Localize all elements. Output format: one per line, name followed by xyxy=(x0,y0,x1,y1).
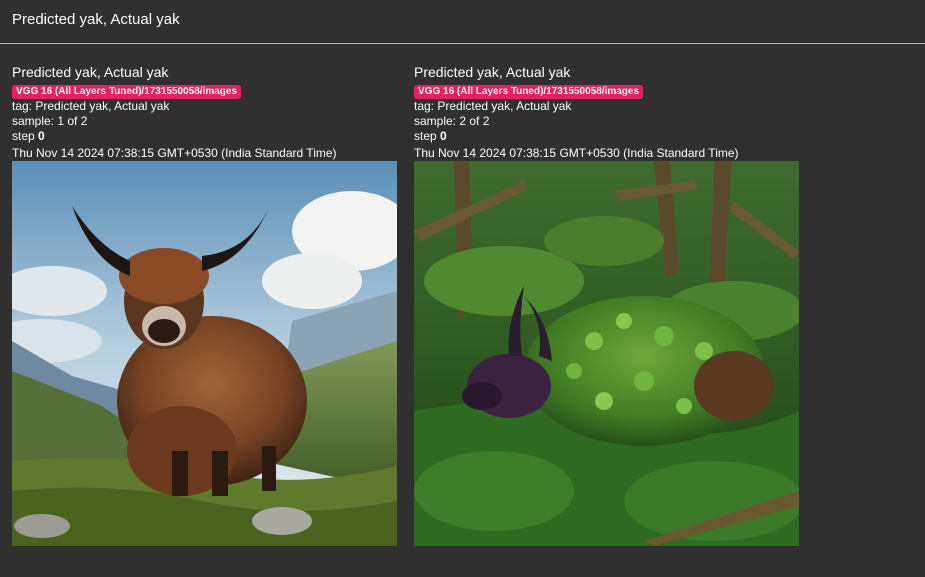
tag-value: Predicted yak, Actual yak xyxy=(437,99,572,113)
yak-forest-image[interactable] xyxy=(414,161,799,546)
run-badge: VGG 16 (All Layers Tuned)/1731550058/ima… xyxy=(12,85,242,99)
step-value: 0 xyxy=(440,129,447,143)
sample-label: sample: xyxy=(414,114,457,128)
tag-line: tag: Predicted yak, Actual yak xyxy=(414,99,804,114)
page-header: Predicted yak, Actual yak xyxy=(0,0,925,44)
tag-label: tag: xyxy=(12,99,33,113)
tag-value: Predicted yak, Actual yak xyxy=(35,99,170,113)
timestamp: Thu Nov 14 2024 07:38:15 GMT+0530 (India… xyxy=(414,146,739,160)
yak-mountain-image[interactable] xyxy=(12,161,397,546)
sample-value: 2 of 2 xyxy=(459,114,490,128)
page-title: Predicted yak, Actual yak xyxy=(12,11,180,28)
run-badge: VGG 16 (All Layers Tuned)/1731550058/ima… xyxy=(414,85,644,99)
card-title: Predicted yak, Actual yak xyxy=(12,64,169,80)
tag-line: tag: Predicted yak, Actual yak xyxy=(12,99,402,114)
step-line: step 0 xyxy=(414,129,804,144)
image-card-1: Predicted yak, Actual yak VGG 16 (All La… xyxy=(12,64,402,546)
sample-value: 1 of 2 xyxy=(57,114,88,128)
card-title: Predicted yak, Actual yak xyxy=(414,64,571,80)
sample-line: sample: 2 of 2 xyxy=(414,114,804,129)
sample-line: sample: 1 of 2 xyxy=(12,114,402,129)
step-label: step xyxy=(12,129,35,143)
step-label: step xyxy=(414,129,437,143)
sample-label: sample: xyxy=(12,114,55,128)
step-line: step 0 xyxy=(12,129,402,144)
image-card-2: Predicted yak, Actual yak VGG 16 (All La… xyxy=(414,64,804,546)
step-value: 0 xyxy=(38,129,45,143)
tag-label: tag: xyxy=(414,99,435,113)
timestamp: Thu Nov 14 2024 07:38:15 GMT+0530 (India… xyxy=(12,146,337,160)
